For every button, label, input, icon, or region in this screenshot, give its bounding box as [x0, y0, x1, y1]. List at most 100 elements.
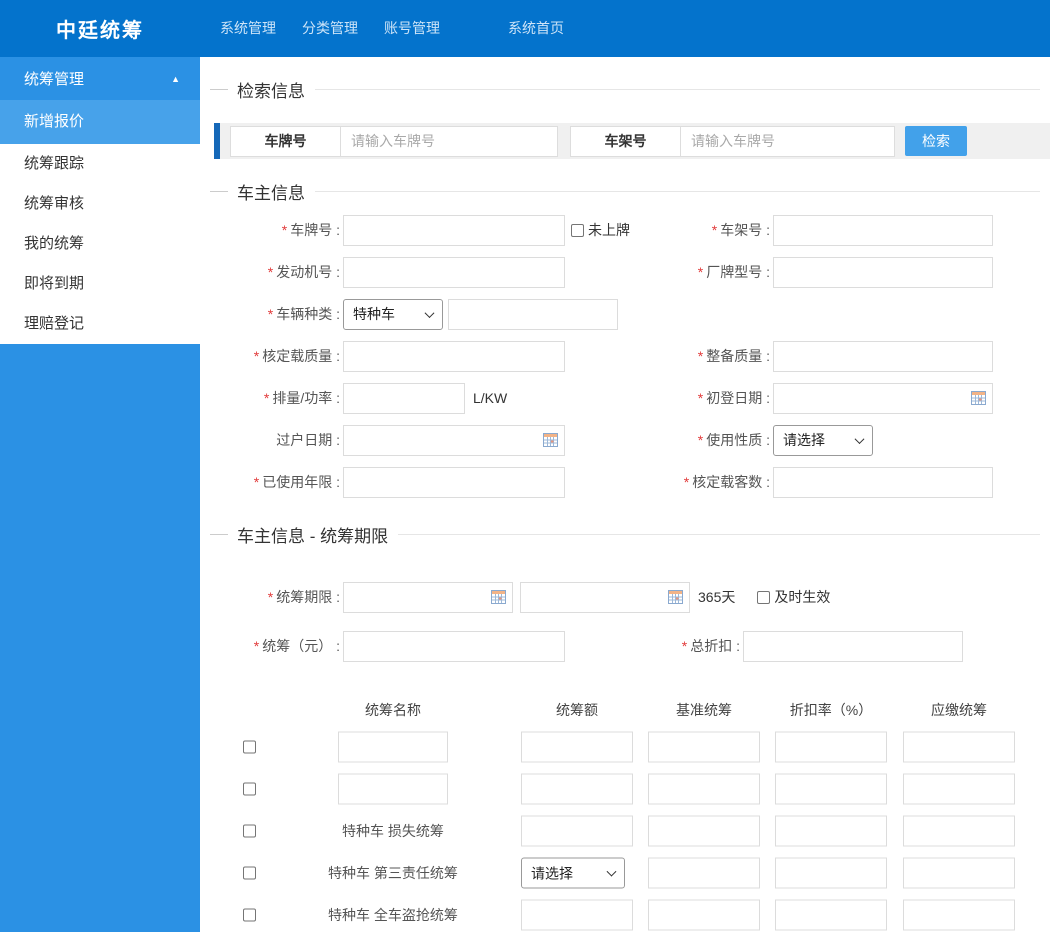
vehicle-type-extra-input[interactable]	[448, 299, 618, 330]
sidebar-item[interactable]: 我的统筹	[0, 224, 200, 264]
payable-input-cell	[903, 732, 1015, 763]
sidebar-item[interactable]: 新增报价	[0, 100, 200, 144]
payable-input-cell	[903, 816, 1015, 847]
base-input-cell	[648, 732, 760, 763]
table-row	[200, 726, 1050, 768]
top-header: 中廷统筹 系统管理分类管理账号管理系统首页	[0, 0, 1050, 57]
nav-item-0[interactable]: 系统管理	[210, 0, 286, 57]
payable-input[interactable]	[903, 732, 1015, 763]
calendar-icon[interactable]	[491, 590, 506, 604]
payable-input[interactable]	[903, 858, 1015, 889]
plate-search-input[interactable]	[341, 127, 557, 156]
vehicle-type-selected: 特种车	[353, 304, 395, 324]
discount-rate-input[interactable]	[775, 774, 887, 805]
base-input[interactable]	[648, 732, 760, 763]
vin-input[interactable]	[773, 215, 993, 246]
sidebar-item[interactable]: 统筹跟踪	[0, 144, 200, 184]
form-row-load: *核定载质量 : *整备质量 :	[200, 335, 1050, 377]
payable-input[interactable]	[903, 774, 1015, 805]
vehicle-type-label: *车辆种类 :	[200, 304, 340, 324]
curb-input[interactable]	[773, 341, 993, 372]
sidebar-group-tongchou-mgmt[interactable]: 统筹管理 ▲	[0, 57, 200, 100]
total-discount-input[interactable]	[743, 631, 963, 662]
vin-search-group: 车架号	[570, 126, 895, 157]
period-start-date-input[interactable]	[343, 582, 513, 613]
collapse-arrow-icon: ▲	[171, 74, 180, 84]
amount-input[interactable]	[521, 774, 633, 805]
payable-input-cell	[903, 774, 1015, 805]
sidebar: 统筹管理 ▲ 新增报价统筹跟踪统筹审核我的统筹即将到期理赔登记	[0, 57, 200, 932]
amount-label: *统筹（元） :	[200, 636, 340, 656]
nav-item-3[interactable]: 系统首页	[498, 0, 574, 57]
effective-checkbox[interactable]	[757, 591, 770, 604]
plate-input[interactable]	[343, 215, 565, 246]
passengers-input[interactable]	[773, 467, 993, 498]
base-input[interactable]	[648, 774, 760, 805]
amount-cell: 请选择	[521, 858, 633, 889]
plate-search-label: 车牌号	[231, 127, 341, 156]
nav-item-1[interactable]: 分类管理	[292, 0, 368, 57]
tongchou-name-input[interactable]	[338, 732, 448, 763]
usage-select[interactable]: 请选择	[773, 425, 873, 456]
vin-search-label: 车架号	[571, 127, 681, 156]
power-input[interactable]	[343, 383, 465, 414]
amount-select[interactable]: 请选择	[521, 858, 625, 889]
discount-rate-input-cell	[775, 732, 887, 763]
discount-rate-input[interactable]	[775, 816, 887, 847]
calendar-icon[interactable]	[543, 433, 558, 447]
amount-input[interactable]	[343, 631, 565, 662]
period-end-date-input[interactable]	[520, 582, 690, 613]
table-header-0: 统筹名称	[318, 700, 468, 720]
calendar-icon[interactable]	[668, 590, 683, 604]
row-checkbox[interactable]	[243, 741, 256, 754]
sidebar-item[interactable]: 理赔登记	[0, 304, 200, 344]
section-title-owner: 车主信息	[210, 179, 1040, 204]
effective-checkbox-wrap[interactable]: 及时生效	[757, 587, 830, 607]
payable-input[interactable]	[903, 900, 1015, 931]
base-input-cell	[648, 858, 760, 889]
amount-input[interactable]	[521, 816, 633, 847]
sidebar-item[interactable]: 统筹审核	[0, 184, 200, 224]
chevron-down-icon	[425, 308, 435, 318]
usage-label: *使用性质 :	[577, 430, 770, 450]
discount-rate-input[interactable]	[775, 732, 887, 763]
base-input[interactable]	[648, 900, 760, 931]
discount-rate-input[interactable]	[775, 858, 887, 889]
years-input[interactable]	[343, 467, 565, 498]
vin-search-input[interactable]	[681, 127, 894, 156]
tongchou-table: 统筹名称统筹额基准统筹折扣率（%）应缴统筹 特种车 损失统筹特种车 第三责任统筹…	[200, 694, 1050, 932]
calendar-icon[interactable]	[971, 391, 986, 405]
transfer-date-input[interactable]	[343, 425, 565, 456]
sidebar-item[interactable]: 即将到期	[0, 264, 200, 304]
app-logo: 中廷统筹	[0, 14, 200, 43]
load-input[interactable]	[343, 341, 565, 372]
engine-input[interactable]	[343, 257, 565, 288]
chevron-down-icon	[607, 867, 617, 877]
table-row: 特种车 第三责任统筹请选择	[200, 852, 1050, 894]
discount-rate-input-cell	[775, 816, 887, 847]
row-checkbox[interactable]	[243, 783, 256, 796]
curb-label: *整备质量 :	[577, 346, 770, 366]
row-checkbox[interactable]	[243, 909, 256, 922]
nav-item-2[interactable]: 账号管理	[374, 0, 450, 57]
row-checkbox[interactable]	[243, 867, 256, 880]
first-reg-date-input[interactable]	[773, 383, 993, 414]
payable-input[interactable]	[903, 816, 1015, 847]
row-checkbox[interactable]	[243, 825, 256, 838]
discount-rate-input[interactable]	[775, 900, 887, 931]
vehicle-type-select[interactable]: 特种车	[343, 299, 443, 330]
table-header-3: 折扣率（%）	[775, 700, 887, 720]
usage-selected: 请选择	[783, 430, 825, 450]
amount-cell	[521, 732, 633, 763]
transfer-label: *过户日期 :	[200, 430, 340, 450]
amount-input[interactable]	[521, 732, 633, 763]
base-input[interactable]	[648, 816, 760, 847]
tongchou-name-label: 特种车 全车盗抢统筹	[318, 905, 468, 925]
amount-input[interactable]	[521, 900, 633, 931]
period-form: *统筹期限 : 365天 及时生效 *统筹（元） :	[200, 576, 1050, 667]
base-input[interactable]	[648, 858, 760, 889]
tongchou-name-input[interactable]	[338, 774, 448, 805]
form-row-vehicle-type: *车辆种类 : 特种车	[200, 293, 1050, 335]
search-button[interactable]: 检索	[905, 126, 967, 156]
brand-input[interactable]	[773, 257, 993, 288]
